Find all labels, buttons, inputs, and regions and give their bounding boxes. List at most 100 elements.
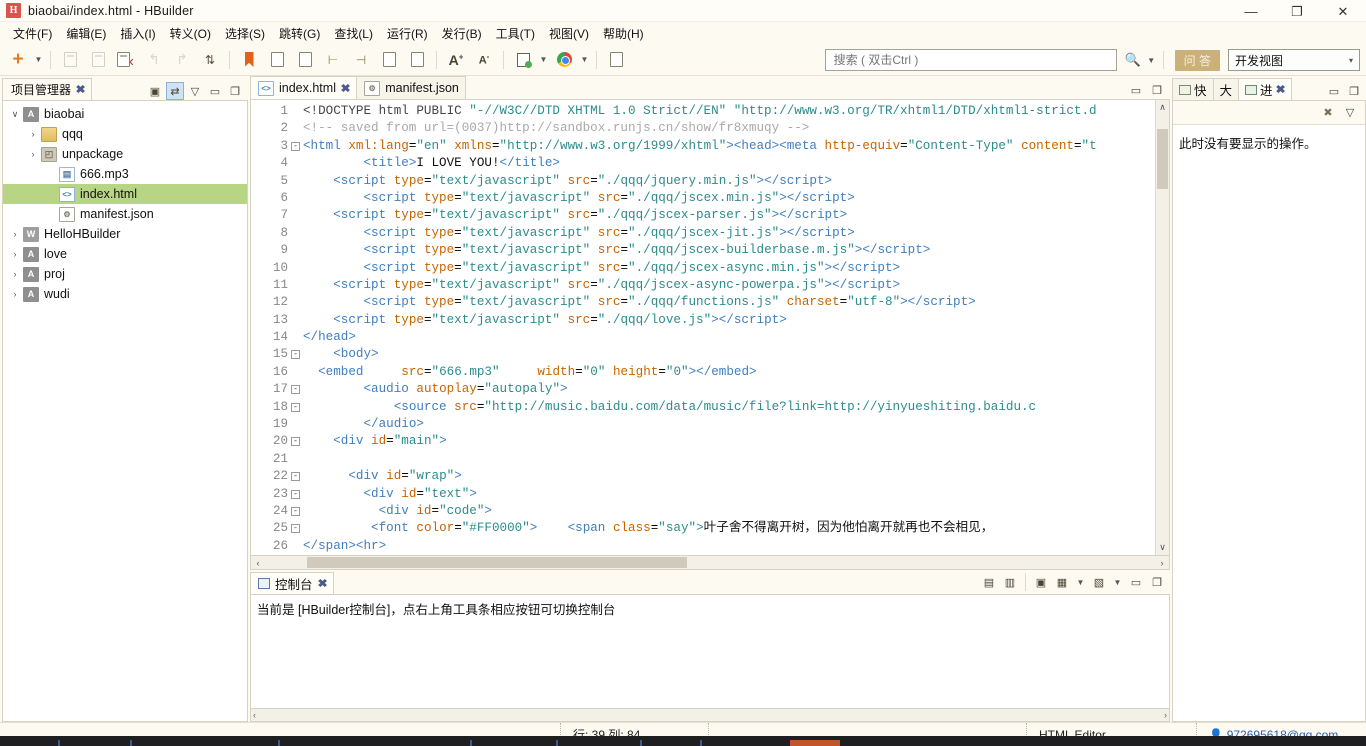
tab-outline[interactable]: 大	[1212, 78, 1240, 100]
menu-run[interactable]: 运行(R)	[380, 23, 435, 44]
project-tree[interactable]: ∨ Abiaobai › qqq › ◰ unpackage ▤ 666.mp3 <> index.…	[2, 100, 248, 722]
view-menu-icon[interactable]: ▽	[186, 82, 204, 100]
decrease-font-icon[interactable]: A-	[472, 48, 496, 72]
console-horizontal-scrollbar[interactable]: ‹ ›	[250, 709, 1170, 722]
jump-back-icon[interactable]: ⊣	[349, 48, 373, 72]
expander-icon[interactable]: ›	[25, 129, 41, 139]
code-line[interactable]: <body>	[303, 346, 1155, 363]
code-line[interactable]: <script type="text/javascript" src="./qq…	[303, 312, 1155, 329]
editor-horizontal-scrollbar[interactable]: ‹ ›	[250, 556, 1170, 571]
redo-icon[interactable]: ↱	[170, 48, 194, 72]
outdent-icon[interactable]	[405, 48, 429, 72]
menu-help[interactable]: 帮助(H)	[596, 23, 651, 44]
run-browser-dropdown-icon[interactable]: ▼	[537, 48, 550, 72]
display-selected-console-icon[interactable]: ▦	[1053, 573, 1071, 591]
code-line[interactable]: <!DOCTYPE html PUBLIC "-//W3C//DTD XHTML…	[303, 103, 1155, 120]
tab-progress[interactable]: 进 ✖	[1238, 78, 1292, 100]
menu-insert[interactable]: 插入(I)	[113, 23, 162, 44]
code-line[interactable]: <title>I LOVE YOU!</title>	[303, 155, 1155, 172]
maximize-button[interactable]: ❐	[1274, 0, 1320, 22]
search-input[interactable]	[831, 50, 1110, 70]
search-box[interactable]	[824, 49, 1117, 71]
minimize-icon[interactable]: ▭	[1127, 81, 1145, 99]
menu-find[interactable]: 查找(L)	[327, 23, 380, 44]
code-editor[interactable]: 1 2 3-4 5 6 7 8 9 10 11 12 13 14 15-16 17-18-19 20-21 22…	[250, 100, 1170, 557]
tree-item-wudi[interactable]: › Awudi	[3, 284, 247, 304]
close-icon[interactable]: ✖	[317, 577, 327, 590]
menu-select[interactable]: 选择(S)	[218, 23, 272, 44]
maximize-icon[interactable]: ❐	[1148, 81, 1166, 99]
console-output[interactable]: 当前是 [HBuilder控制台]，点右上角工具条相应按钮可切换控制台	[250, 595, 1170, 709]
tree-item-qqq[interactable]: › qqq	[3, 124, 247, 144]
tree-item-index-html[interactable]: <> index.html	[3, 184, 247, 204]
code-line[interactable]: <script type="text/javascript" src="./qq…	[303, 173, 1155, 190]
menu-tools[interactable]: 工具(T)	[489, 23, 542, 44]
chrome-dropdown-icon[interactable]: ▼	[578, 48, 591, 72]
menu-edit[interactable]: 编辑(E)	[59, 23, 113, 44]
info-icon[interactable]	[604, 48, 628, 72]
search-icon[interactable]: 🔍	[1121, 48, 1145, 72]
scroll-up-icon[interactable]: ∧	[1157, 102, 1168, 113]
minimize-icon[interactable]: ▭	[1325, 82, 1343, 100]
jump-forward-icon[interactable]: ⊢	[321, 48, 345, 72]
cancel-operation-icon[interactable]: ✖	[1319, 104, 1337, 122]
minimize-button[interactable]: —	[1228, 0, 1274, 22]
display-dropdown-icon[interactable]: ▼	[1074, 570, 1087, 594]
search-dropdown-icon[interactable]: ▼	[1145, 48, 1158, 72]
code-line[interactable]: <script type="text/javascript" src="./qq…	[303, 225, 1155, 242]
scroll-right-icon[interactable]: ›	[1164, 710, 1167, 720]
save-as-icon[interactable]	[86, 48, 110, 72]
editor-vertical-scrollbar[interactable]: ∧ ∨	[1155, 100, 1169, 556]
expander-icon[interactable]: ∨	[7, 109, 23, 120]
collapse-all-icon[interactable]: ▣	[146, 82, 164, 100]
tree-item-666-mp3[interactable]: ▤ 666.mp3	[3, 164, 247, 184]
code-line[interactable]: <audio autoplay="autopaly">	[303, 381, 1155, 398]
undo-icon[interactable]: ↰	[142, 48, 166, 72]
code-line[interactable]: <div id="text">	[303, 486, 1155, 503]
previous-bookmark-icon[interactable]	[265, 48, 289, 72]
new-console-icon[interactable]: ▧	[1090, 573, 1108, 591]
ask-button[interactable]: 问 答	[1174, 49, 1220, 71]
code-line[interactable]: <embed src="666.mp3" width="0" height="0…	[303, 364, 1155, 381]
new-file-dropdown-icon[interactable]: ▼	[32, 48, 45, 72]
scroll-down-icon[interactable]: ∨	[1159, 542, 1166, 553]
code-line[interactable]: <html xml:lang="en" xmlns="http://www.w3…	[303, 138, 1155, 155]
tab-quick[interactable]: 快	[1172, 78, 1214, 100]
editor-tab-manifest-json[interactable]: ⚙ manifest.json	[356, 76, 466, 99]
expander-icon[interactable]: ›	[7, 269, 23, 279]
link-editor-icon[interactable]: ⇄	[166, 82, 184, 100]
new-console-dropdown-icon[interactable]: ▼	[1111, 570, 1124, 594]
code-line[interactable]	[303, 451, 1155, 468]
code-line[interactable]: </span><hr>	[303, 538, 1155, 555]
menu-publish[interactable]: 发行(B)	[435, 23, 489, 44]
save-all-icon[interactable]: ✕	[114, 48, 138, 72]
horizontal-scroll-thumb[interactable]	[307, 557, 687, 569]
new-file-icon[interactable]: +	[6, 48, 30, 72]
code-line[interactable]: <font color="#FF0000"> <span class="say"…	[303, 520, 1155, 537]
tree-item-proj[interactable]: › Aproj	[3, 264, 247, 284]
view-mode-select[interactable]: 开发视图 ▾	[1228, 49, 1360, 71]
clear-console-icon[interactable]: ▤	[980, 573, 998, 591]
run-browser-icon[interactable]	[511, 48, 535, 72]
code-line[interactable]: <script type="text/javascript" src="./qq…	[303, 277, 1155, 294]
code-line[interactable]: <script type="text/javascript" src="./qq…	[303, 294, 1155, 311]
tree-item-hellohbuilder[interactable]: › W HelloHBuilder	[3, 224, 247, 244]
code-content[interactable]: <!DOCTYPE html PUBLIC "-//W3C//DTD XHTML…	[291, 100, 1155, 555]
tab-console[interactable]: 控制台 ✖	[250, 572, 334, 595]
expander-icon[interactable]: ›	[7, 229, 23, 239]
minimize-icon[interactable]: ▭	[1127, 573, 1145, 591]
tree-item-manifest-json[interactable]: ⚙ manifest.json	[3, 204, 247, 224]
expander-icon[interactable]: ›	[7, 289, 23, 299]
increase-font-icon[interactable]: A+	[444, 48, 468, 72]
tree-item-unpackage[interactable]: › ◰ unpackage	[3, 144, 247, 164]
bookmark-icon[interactable]	[237, 48, 261, 72]
code-line[interactable]: <div id="wrap">	[303, 468, 1155, 485]
code-line[interactable]: <script type="text/javascript" src="./qq…	[303, 207, 1155, 224]
close-icon[interactable]: ✖	[1275, 83, 1285, 96]
code-line[interactable]: <!-- saved from url=(0037)http://sandbox…	[303, 120, 1155, 137]
menu-view[interactable]: 视图(V)	[542, 23, 596, 44]
close-icon[interactable]: ✖	[341, 82, 351, 95]
maximize-icon[interactable]: ❐	[1148, 573, 1166, 591]
code-line[interactable]: </head>	[303, 329, 1155, 346]
next-bookmark-icon[interactable]	[293, 48, 317, 72]
